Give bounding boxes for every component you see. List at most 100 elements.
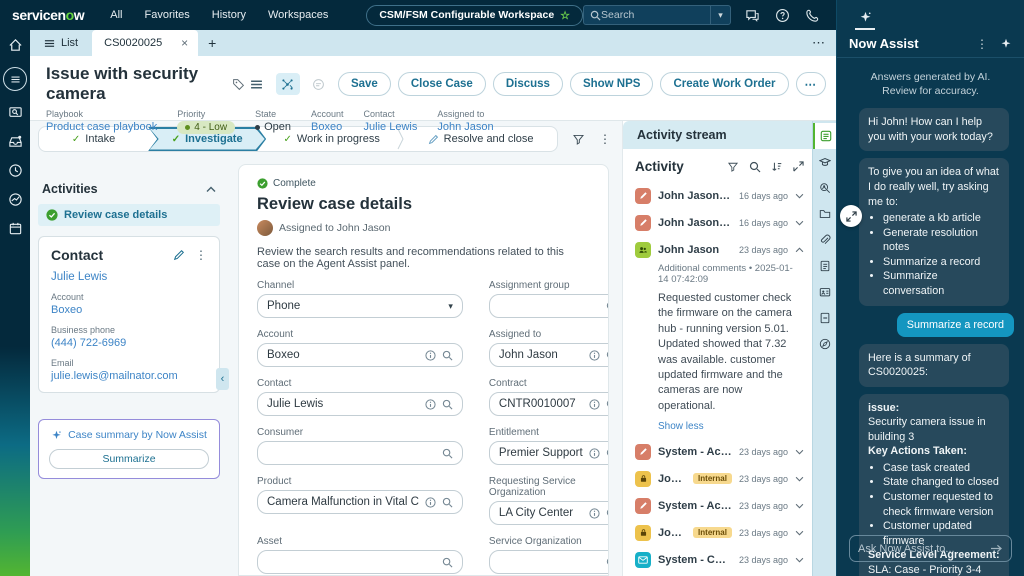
activity-entry[interactable]: System - Action s... 23 days ago (635, 438, 804, 465)
folder-icon[interactable] (813, 201, 836, 227)
tab-list[interactable]: List (30, 30, 92, 56)
global-search[interactable]: ▾ (583, 5, 731, 25)
lists-icon[interactable] (3, 67, 27, 91)
sort-icon[interactable] (771, 161, 783, 173)
activities-header[interactable]: Activities (38, 182, 220, 196)
assist-input-bar[interactable] (849, 535, 1012, 562)
close-tab-icon[interactable]: × (179, 36, 190, 50)
contact-card-icon[interactable] (813, 279, 836, 305)
contact-phone-link[interactable]: (444) 722-6969 (51, 337, 207, 349)
activity-entry[interactable]: System - Action s... 23 days ago (635, 492, 804, 519)
chevron-down-icon[interactable] (795, 476, 804, 482)
contact-card-menu-icon[interactable]: ⋮ (195, 248, 207, 262)
info-icon[interactable] (425, 399, 436, 410)
stage-more-icon[interactable]: ⋮ (599, 132, 611, 146)
filter-icon[interactable] (727, 161, 739, 173)
product-input[interactable]: Camera Malfunction in Vital C (257, 490, 463, 514)
workspace-pill[interactable]: CSM/FSM Configurable Workspace ☆ (366, 5, 583, 26)
dashboards-icon[interactable] (8, 192, 23, 207)
channel-select[interactable]: Phone▾ (257, 294, 463, 318)
assist-input[interactable] (858, 543, 990, 555)
lookup-icon[interactable] (442, 448, 453, 459)
activity-entry[interactable]: John Jason 23 days ago (635, 236, 804, 263)
menu-favorites[interactable]: Favorites (145, 9, 190, 21)
discuss-button[interactable]: Discuss (493, 72, 563, 96)
activity-entry[interactable]: John Jason - Stat... 16 days ago (635, 209, 804, 236)
contact-name-link[interactable]: Julie Lewis (51, 271, 207, 283)
requesting-service-org-input[interactable]: LA City Center (489, 501, 609, 525)
account-input[interactable]: Boxeo (257, 343, 463, 367)
assigned-to-link[interactable]: John Jason (437, 121, 493, 133)
contact-link[interactable]: Julie Lewis (364, 121, 418, 133)
assignment-group-input[interactable] (489, 294, 609, 318)
lookup-icon[interactable] (606, 448, 609, 459)
playbook-view-icon[interactable] (276, 73, 300, 95)
agent-assist-search-icon[interactable] (813, 175, 836, 201)
sparkle-icon[interactable] (1000, 38, 1012, 50)
compass-icon[interactable] (813, 331, 836, 357)
playbook-link[interactable]: Product case playbook (46, 121, 157, 133)
chat-icon[interactable] (745, 8, 760, 23)
calendar-icon[interactable] (8, 221, 23, 236)
tag-icon[interactable] (232, 78, 245, 91)
edit-pencil-icon[interactable] (173, 249, 185, 261)
show-less-link[interactable]: Show less (658, 421, 800, 432)
service-organization-input[interactable] (489, 550, 609, 574)
servicenow-logo[interactable]: servicenow (12, 7, 84, 23)
expand-panel-button[interactable] (840, 205, 862, 227)
phone-icon[interactable] (805, 8, 820, 23)
lookup-icon[interactable] (442, 497, 453, 508)
asset-input[interactable] (257, 550, 463, 574)
lookup-icon[interactable] (606, 350, 609, 361)
chevron-down-icon[interactable] (795, 193, 804, 199)
send-icon[interactable] (990, 543, 1003, 554)
lookup-icon[interactable] (606, 399, 609, 410)
collapse-left-panel-button[interactable]: ‹ (216, 368, 229, 390)
chevron-down-icon[interactable]: ▾ (448, 301, 453, 312)
search-icon[interactable] (749, 161, 761, 173)
activity-entry[interactable]: John Jaso... Internal 23 days ago (635, 519, 804, 546)
consumer-input[interactable] (257, 441, 463, 465)
contract-input[interactable]: CNTR0010007 (489, 392, 609, 416)
activity-link-review-case-details[interactable]: Review case details (38, 204, 220, 226)
recent-history-icon[interactable] (8, 163, 23, 178)
assist-menu-icon[interactable]: ⋮ (976, 37, 988, 51)
chevron-up-icon[interactable] (206, 186, 216, 193)
info-icon[interactable] (425, 350, 436, 361)
attachment-paperclip-icon[interactable] (813, 227, 836, 253)
home-icon[interactable] (8, 38, 23, 53)
save-button[interactable]: Save (338, 72, 391, 96)
close-case-button[interactable]: Close Case (398, 72, 486, 96)
info-icon[interactable] (589, 350, 600, 361)
menu-all[interactable]: All (110, 9, 122, 21)
contact-account-link[interactable]: Boxeo (51, 304, 207, 316)
document-minus-icon[interactable] (813, 305, 836, 331)
show-nps-button[interactable]: Show NPS (570, 72, 654, 96)
info-icon[interactable] (589, 508, 600, 519)
search-scope-dropdown[interactable]: ▾ (710, 6, 730, 24)
knowledge-icon[interactable] (813, 149, 836, 175)
info-icon[interactable] (425, 497, 436, 508)
more-actions-button[interactable]: ⋯ (796, 72, 827, 96)
info-icon[interactable] (589, 399, 600, 410)
assigned-to-input[interactable]: John Jason (489, 343, 609, 367)
help-icon[interactable] (775, 8, 790, 23)
chevron-down-icon[interactable] (795, 503, 804, 509)
create-work-order-button[interactable]: Create Work Order (660, 72, 788, 96)
lookup-icon[interactable] (606, 557, 609, 568)
now-assist-tab[interactable] (855, 11, 875, 30)
menu-history[interactable]: History (212, 9, 246, 21)
tab-record-cs0020025[interactable]: CS0020025 × (92, 30, 198, 56)
activity-entry[interactable]: John Jaso... Internal 23 days ago (635, 465, 804, 492)
form-menu-icon[interactable] (245, 73, 269, 95)
filter-icon[interactable] (572, 133, 585, 146)
chevron-down-icon[interactable] (795, 220, 804, 226)
search-input[interactable] (601, 9, 710, 21)
activity-entry[interactable]: System - Case CS... 23 days ago (635, 546, 804, 573)
info-icon[interactable] (589, 448, 600, 459)
inbox-icon[interactable] (8, 134, 23, 149)
menu-workspaces[interactable]: Workspaces (268, 9, 328, 21)
favorite-star-icon[interactable]: ☆ (560, 9, 570, 22)
new-tab-button[interactable]: + (198, 30, 226, 56)
expand-icon[interactable] (793, 161, 804, 172)
